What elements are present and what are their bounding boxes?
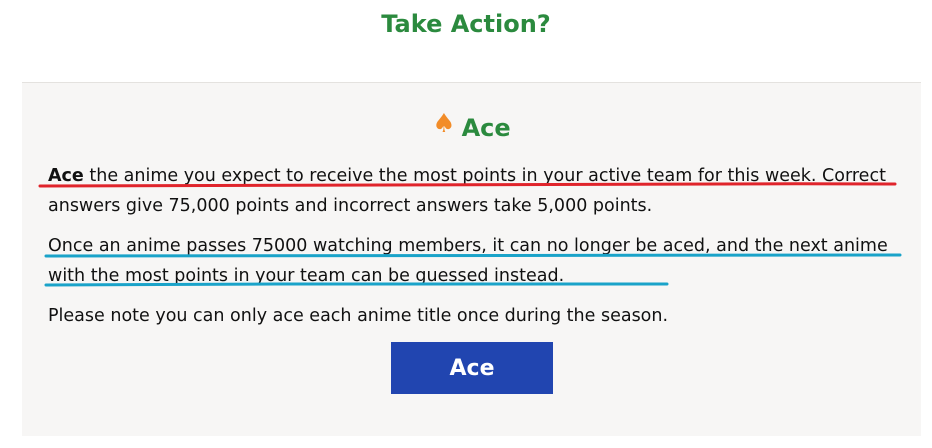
page-title: Take Action? <box>381 10 551 38</box>
ace-button[interactable]: Ace <box>391 342 553 394</box>
ace-term: Ace <box>48 166 84 186</box>
ace-info-panel: ♠ Ace Ace the anime you expect to receive… <box>22 82 921 436</box>
section-heading: ♠ Ace <box>22 109 921 143</box>
ace-description: Ace the anime you expect to receive the … <box>48 161 908 221</box>
ace-once-note: Please note you can only ace each anime … <box>48 306 669 326</box>
ace-limit-rule: Once an anime passes 75000 watching memb… <box>48 236 888 286</box>
spade-icon: ♠ <box>432 109 456 139</box>
ace-description-text: the anime you expect to receive the most… <box>48 166 886 216</box>
section-heading-label: Ace <box>461 114 511 142</box>
